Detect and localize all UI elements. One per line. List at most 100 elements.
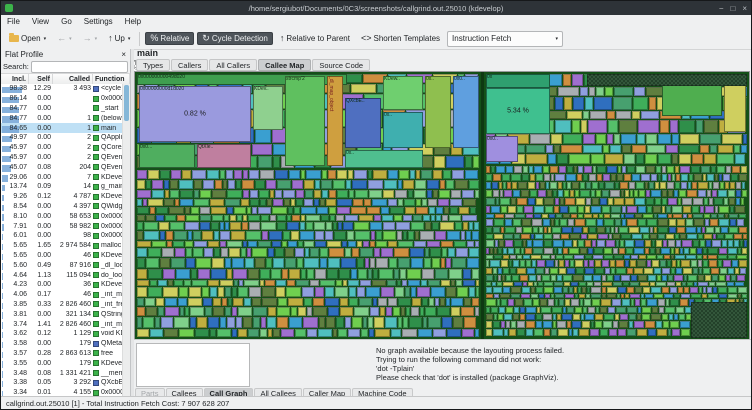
close-icon[interactable]: × — [742, 4, 747, 13]
treemap-tile[interactable] — [602, 206, 610, 213]
treemap-tile[interactable] — [656, 240, 662, 247]
treemap-tile[interactable] — [213, 307, 224, 316]
treemap-tile[interactable] — [647, 206, 652, 213]
treemap-tile[interactable] — [526, 314, 535, 320]
treemap-tile[interactable] — [657, 255, 663, 259]
treemap-tile[interactable] — [590, 111, 606, 119]
treemap-tile[interactable] — [578, 206, 584, 213]
treemap-tile[interactable] — [165, 215, 176, 221]
treemap-tile[interactable] — [137, 215, 145, 221]
treemap-tile[interactable] — [253, 317, 260, 328]
treemap-tile[interactable] — [604, 255, 613, 259]
treemap-tile[interactable] — [314, 190, 321, 198]
treemap-tile[interactable] — [225, 258, 231, 268]
treemap-tile[interactable] — [621, 294, 624, 298]
treemap-tile[interactable] — [581, 314, 584, 320]
treemap-tile[interactable] — [508, 299, 514, 306]
treemap-tile[interactable] — [225, 199, 240, 206]
treemap-tile[interactable] — [261, 215, 269, 221]
treemap-tile[interactable] — [698, 275, 704, 281]
treemap-tile[interactable] — [211, 269, 226, 279]
treemap-tile[interactable] — [709, 260, 717, 267]
treemap-tile[interactable] — [170, 180, 178, 189]
treemap-tile[interactable] — [268, 307, 276, 316]
treemap-tile[interactable] — [212, 190, 226, 198]
treemap-tile[interactable] — [611, 174, 616, 181]
treemap-tile[interactable] — [632, 174, 640, 181]
treemap-tile[interactable] — [634, 190, 638, 197]
treemap-tile[interactable] — [681, 174, 688, 181]
table-row[interactable]: 6.010.00980x0000000... — [1, 231, 123, 241]
treemap-tile[interactable] — [436, 207, 443, 214]
treemap-tile[interactable] — [693, 198, 703, 205]
treemap-tile[interactable] — [228, 180, 235, 189]
treemap-tile[interactable] — [531, 255, 541, 259]
treemap-tile[interactable] — [690, 287, 698, 293]
treemap-tile[interactable] — [594, 97, 612, 110]
treemap-tile[interactable] — [370, 258, 375, 268]
treemap-tile[interactable] — [243, 215, 247, 221]
treemap-tile[interactable] — [165, 298, 177, 306]
treemap-tile[interactable] — [537, 260, 545, 267]
treemap-tile[interactable] — [725, 214, 728, 218]
treemap-tile[interactable] — [687, 282, 693, 286]
treemap-tile[interactable] — [284, 199, 290, 206]
treemap-tile[interactable] — [688, 275, 697, 281]
treemap-tile[interactable] — [721, 227, 728, 233]
treemap-tile[interactable] — [363, 241, 369, 247]
treemap-tile[interactable] — [143, 199, 147, 206]
treemap-tile[interactable] — [630, 294, 640, 298]
treemap-tile[interactable] — [662, 174, 667, 181]
treemap-tile[interactable] — [623, 282, 629, 286]
treemap-tile[interactable] — [565, 260, 569, 267]
table-row[interactable]: 4.060.1746_int_mallo... — [1, 290, 123, 300]
treemap-tile[interactable] — [379, 269, 393, 279]
treemap-tile[interactable] — [545, 268, 549, 274]
treemap-tile[interactable] — [252, 144, 272, 155]
treemap-tile[interactable] — [652, 240, 655, 247]
treemap-tile[interactable] — [641, 294, 644, 298]
treemap-tile[interactable] — [647, 255, 656, 259]
treemap-tile[interactable] — [736, 198, 740, 205]
treemap-tile[interactable] — [595, 321, 602, 328]
treemap-tile[interactable] — [508, 248, 514, 254]
treemap-tile[interactable] — [253, 307, 267, 316]
relative-toggle[interactable]: % Relative — [145, 32, 194, 45]
treemap-tile[interactable] — [527, 240, 532, 247]
treemap-tile[interactable] — [513, 190, 520, 197]
treemap-tile[interactable] — [543, 166, 549, 173]
treemap-tile[interactable] — [692, 154, 703, 164]
treemap-tile[interactable] — [336, 317, 344, 328]
treemap-tile[interactable] — [647, 145, 665, 153]
treemap-tile[interactable] — [452, 170, 464, 179]
table-row[interactable]: 9.260.124 787KDevelop:... — [1, 192, 123, 202]
treemap-tile[interactable] — [226, 170, 233, 179]
treemap-tile[interactable] — [711, 214, 717, 218]
treemap-tile[interactable] — [726, 275, 730, 281]
table-row[interactable]: 3.480.081 331 421__memcpy... — [1, 368, 123, 378]
treemap-tile[interactable] — [282, 269, 288, 279]
treemap-tile[interactable] — [322, 190, 328, 198]
treemap-tile[interactable] — [185, 207, 190, 214]
treemap-tile[interactable] — [520, 275, 528, 281]
treemap-tile[interactable] — [202, 231, 213, 240]
treemap-tile[interactable] — [704, 120, 718, 133]
treemap-tile[interactable] — [194, 190, 199, 198]
treemap-tile[interactable] — [486, 198, 495, 205]
treemap-tile[interactable] — [544, 234, 552, 239]
treemap-tile[interactable] — [304, 258, 319, 268]
treemap-tile[interactable] — [368, 317, 373, 328]
treemap-tile[interactable] — [363, 317, 367, 328]
treemap-tile[interactable] — [459, 207, 469, 214]
treemap-tile[interactable] — [641, 174, 650, 181]
treemap-tile[interactable] — [556, 214, 562, 218]
treemap-tile[interactable] — [178, 298, 187, 306]
treemap-tile[interactable] — [618, 287, 626, 293]
treemap-tile[interactable] — [690, 248, 696, 254]
treemap-tile[interactable] — [688, 214, 692, 218]
treemap-tile[interactable] — [534, 214, 541, 218]
treemap-tile[interactable] — [498, 314, 503, 320]
treemap-tile[interactable] — [607, 275, 613, 281]
treemap-tile[interactable] — [728, 190, 735, 197]
treemap-tile[interactable] — [502, 174, 510, 181]
